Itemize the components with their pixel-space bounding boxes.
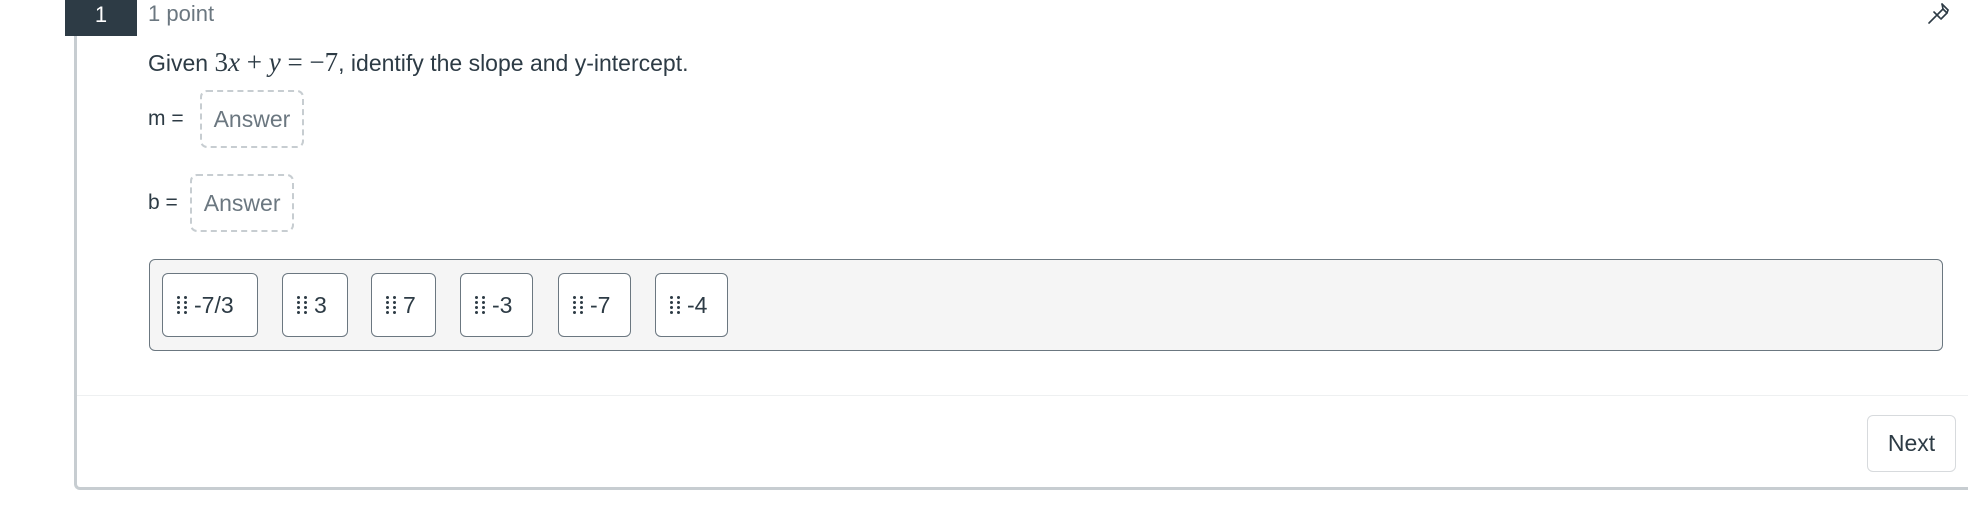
answer-chip-label: -7/3 — [194, 291, 234, 318]
eq-x: x — [227, 47, 240, 77]
blank-row-slope: m = Answer — [148, 90, 305, 148]
drag-handle-icon — [475, 296, 486, 314]
drag-handle-icon — [573, 296, 584, 314]
eq-y: y — [268, 47, 281, 77]
question-text: Given 3x + y = −7, identify the slope an… — [148, 44, 688, 81]
answer-chip-label: 7 — [403, 291, 416, 318]
drop-zone-slope[interactable]: Answer — [199, 90, 305, 148]
answer-chip[interactable]: -3 — [460, 273, 533, 337]
question-points: 1 point — [148, 1, 215, 26]
eq-equals: = — [287, 47, 303, 77]
drag-handle-icon — [386, 296, 397, 314]
answer-chip-label: 3 — [314, 291, 327, 318]
question-suffix: , identify the slope and y-intercept. — [338, 50, 689, 76]
answer-chip-label: -4 — [687, 291, 708, 318]
eq-coef: 3 — [214, 47, 228, 77]
answer-chip[interactable]: 7 — [371, 273, 436, 337]
drop-zone-intercept[interactable]: Answer — [189, 174, 295, 232]
drag-handle-icon — [297, 296, 308, 314]
eq-plus: + — [246, 47, 262, 77]
question-equation: 3x + y = −7 — [214, 47, 338, 77]
blank-row-intercept: b = Answer — [148, 174, 295, 232]
next-button[interactable]: Next — [1867, 415, 1956, 472]
answer-chip-label: -3 — [492, 291, 513, 318]
answer-chip[interactable]: -4 — [655, 273, 728, 337]
drag-handle-icon — [670, 296, 681, 314]
answer-bank: -7/3 3 7 -3 -7 -4 — [149, 259, 1943, 351]
answer-chip[interactable]: -7/3 — [162, 273, 258, 337]
answer-chip-label: -7 — [590, 291, 611, 318]
drag-handle-icon — [177, 296, 188, 314]
eq-rhs: −7 — [309, 47, 339, 77]
blank-label-slope: m = — [148, 107, 184, 130]
question-prefix: Given — [148, 50, 209, 76]
pushpin-icon[interactable] — [1926, 0, 1952, 26]
footer-divider — [77, 395, 1968, 396]
question-number-badge: 1 — [65, 0, 137, 36]
answer-chip[interactable]: 3 — [282, 273, 348, 337]
blank-label-intercept: b = — [148, 191, 178, 214]
answer-chip[interactable]: -7 — [558, 273, 631, 337]
